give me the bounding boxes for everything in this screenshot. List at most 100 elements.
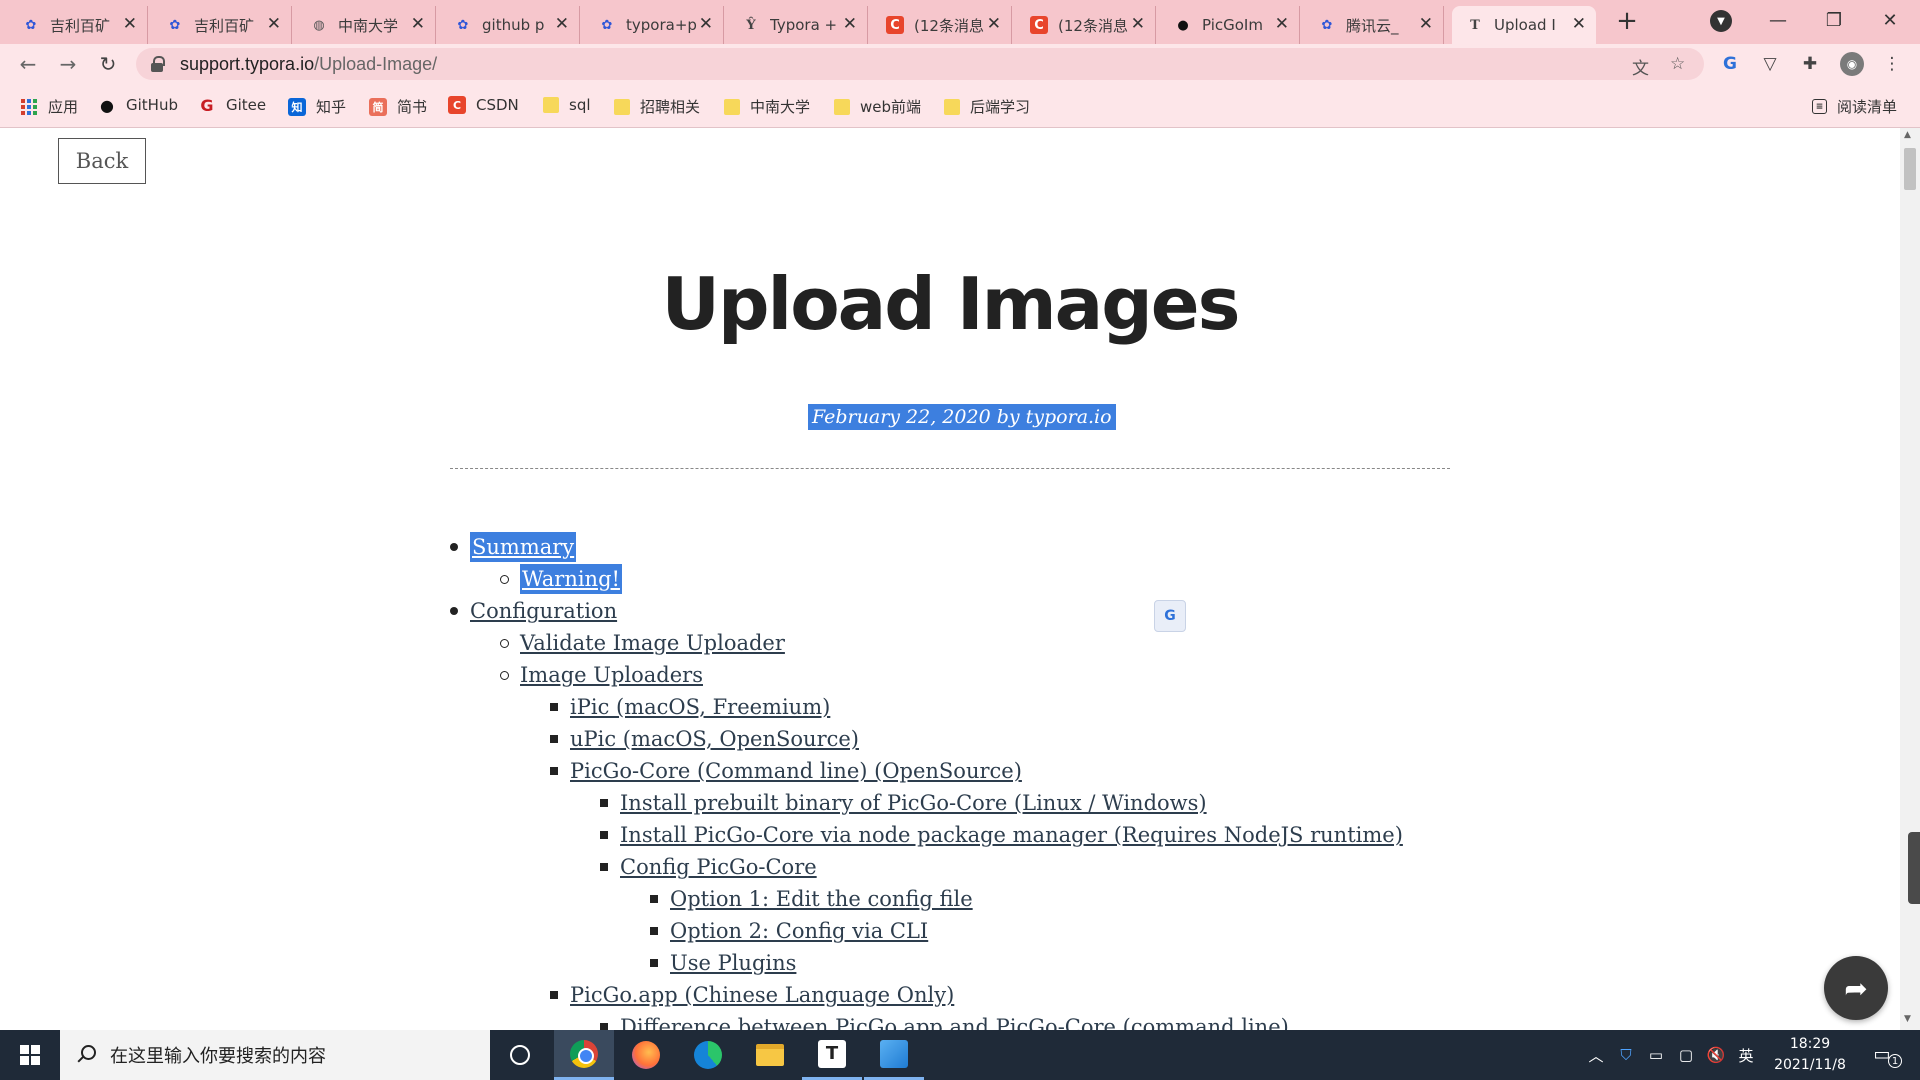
windows-taskbar: 在这里输入你要搜索的内容 T ︿ ⛉ ▭ ▢ 🔇 英 18:29 2021/11…: [0, 1030, 1920, 1080]
speaker-muted-icon[interactable]: 🔇: [1704, 1030, 1728, 1080]
tab-search-icon[interactable]: ▼: [1710, 10, 1732, 32]
browser-tab[interactable]: ✿ github p ✕: [440, 6, 580, 44]
close-icon[interactable]: ✕: [123, 14, 137, 34]
system-clock[interactable]: 18:29 2021/11/8: [1760, 1034, 1860, 1076]
toc-link[interactable]: PicGo.app (Chinese Language Only): [570, 980, 954, 1010]
firefox-icon[interactable]: [616, 1030, 676, 1080]
toc-link[interactable]: Install PicGo-Core via node package mana…: [620, 820, 1403, 850]
bookmark-csdn[interactable]: C CSDN: [448, 96, 519, 114]
bookmark-folder-sql[interactable]: sql: [543, 96, 591, 114]
file-explorer-icon[interactable]: [740, 1030, 800, 1080]
bookmark-folder-recruit[interactable]: 招聘相关: [614, 96, 700, 117]
toc-link[interactable]: Use Plugins: [670, 948, 796, 978]
browser-tab[interactable]: ✿ 吉利百矿 ✕: [152, 6, 292, 44]
back-button[interactable]: Back: [58, 138, 146, 184]
browser-tab[interactable]: C (12条消息 ✕: [1016, 6, 1156, 44]
typora-app-icon[interactable]: T: [802, 1030, 862, 1080]
bookmark-zhihu[interactable]: 知 知乎: [288, 96, 346, 117]
vue-devtools-extension-icon[interactable]: ▽: [1758, 52, 1782, 76]
browser-tab[interactable]: ✿ 腾讯云_ ✕: [1304, 6, 1444, 44]
windows-start-icon[interactable]: [0, 1030, 60, 1080]
reload-icon[interactable]: ↻: [94, 50, 122, 78]
scroll-up-arrow-icon[interactable]: ▲: [1904, 130, 1911, 140]
toc-link[interactable]: iPic (macOS, Freemium): [570, 692, 830, 722]
notepad-app-icon[interactable]: [864, 1030, 924, 1080]
toc-link[interactable]: Config PicGo-Core: [620, 852, 817, 882]
toc-link[interactable]: Difference between PicGo.app and PicGo-C…: [620, 1012, 1289, 1030]
tab-title: 中南大学: [338, 16, 399, 35]
browser-tab[interactable]: ● PicGoIm ✕: [1160, 6, 1300, 44]
chrome-icon[interactable]: [554, 1030, 614, 1080]
close-icon[interactable]: ✕: [411, 14, 425, 34]
close-icon[interactable]: ✕: [1275, 14, 1289, 34]
extensions-puzzle-icon[interactable]: ✚: [1798, 52, 1822, 76]
list-bullet: [650, 927, 658, 935]
close-icon[interactable]: ✕: [987, 14, 1001, 34]
bookmark-apps[interactable]: 应用: [20, 96, 78, 117]
close-icon[interactable]: ✕: [699, 14, 713, 34]
new-tab-plus-icon[interactable]: +: [1612, 6, 1642, 36]
toc-link[interactable]: Option 1: Edit the config file: [670, 884, 973, 914]
url-text[interactable]: support.typora.io/Upload-Image/: [180, 54, 437, 75]
browser-tab[interactable]: ✿ 吉利百矿 ✕: [8, 6, 148, 44]
folder-icon: [724, 98, 740, 115]
close-icon[interactable]: ✕: [1131, 14, 1145, 34]
security-shield-icon[interactable]: ⛉: [1614, 1030, 1638, 1080]
close-icon[interactable]: ✕: [267, 14, 281, 34]
browser-tab[interactable]: ✿ typora+p ✕: [584, 6, 724, 44]
toc-link[interactable]: Configuration: [470, 596, 617, 626]
reading-list[interactable]: ≡ 阅读清单: [1812, 96, 1897, 117]
bookmark-label: 知乎: [316, 98, 347, 116]
ime-indicator[interactable]: 英: [1734, 1030, 1758, 1080]
taskbar-search-box[interactable]: 在这里输入你要搜索的内容: [60, 1030, 490, 1080]
toc-link[interactable]: Image Uploaders: [520, 660, 703, 690]
close-icon[interactable]: ✕: [555, 14, 569, 34]
forward-arrow-icon[interactable]: →: [54, 50, 82, 78]
translate-float-icon[interactable]: G: [1154, 600, 1186, 632]
more-menu-icon[interactable]: ⋮: [1880, 52, 1904, 76]
browser-tab[interactable]: Ŷ Typora + ✕: [728, 6, 868, 44]
toc-link[interactable]: Validate Image Uploader: [520, 628, 785, 658]
browser-tab[interactable]: C (12条消息 ✕: [872, 6, 1012, 44]
google-translate-extension-icon[interactable]: G: [1718, 52, 1742, 76]
network-icon[interactable]: ▢: [1674, 1030, 1698, 1080]
profile-avatar[interactable]: ◉: [1840, 52, 1864, 76]
close-icon[interactable]: ✕: [1419, 14, 1433, 34]
share-arrow-icon[interactable]: ➦: [1824, 956, 1888, 1020]
bookmark-gitee[interactable]: G Gitee: [198, 96, 266, 115]
tray-chevron-up-icon[interactable]: ︿: [1584, 1030, 1608, 1080]
minimize-icon[interactable]: —: [1750, 0, 1806, 40]
translate-page-icon[interactable]: 文: [1632, 54, 1649, 79]
bookmark-star-icon[interactable]: ☆: [1670, 54, 1685, 74]
tab-strip: ✿ 吉利百矿 ✕ ✿ 吉利百矿 ✕ ◍ 中南大学 ✕ ✿ github p ✕ …: [0, 0, 1920, 44]
lock-icon[interactable]: [150, 56, 165, 72]
bookmark-github[interactable]: ● GitHub: [98, 96, 178, 115]
edge-icon[interactable]: [678, 1030, 738, 1080]
toc-link[interactable]: uPic (macOS, OpenSource): [570, 724, 859, 754]
list-bullet: [550, 991, 558, 999]
cortana-icon[interactable]: [490, 1030, 550, 1080]
bookmark-folder-backend[interactable]: 后端学习: [944, 96, 1030, 117]
battery-icon[interactable]: ▭: [1644, 1030, 1668, 1080]
restore-icon[interactable]: ❐: [1806, 0, 1862, 40]
toc-link[interactable]: PicGo-Core (Command line) (OpenSource): [570, 756, 1022, 786]
bookmark-jianshu[interactable]: 简 简书: [369, 96, 427, 117]
bookmark-folder-frontend[interactable]: web前端: [834, 96, 921, 117]
address-bar[interactable]: support.typora.io/Upload-Image/ 文 ☆: [136, 48, 1704, 80]
toc-link[interactable]: Warning!: [520, 564, 622, 594]
close-icon[interactable]: ✕: [843, 14, 857, 34]
browser-tab-active[interactable]: T Upload I ✕: [1452, 6, 1596, 44]
back-arrow-icon[interactable]: ←: [14, 50, 42, 78]
toc-link[interactable]: Install prebuilt binary of PicGo-Core (L…: [620, 788, 1207, 818]
side-panel-handle[interactable]: [1908, 832, 1920, 904]
bookmark-label: sql: [569, 96, 591, 114]
close-icon[interactable]: ✕: [1572, 14, 1586, 34]
browser-tab[interactable]: ◍ 中南大学 ✕: [296, 6, 436, 44]
scroll-down-arrow-icon[interactable]: ▼: [1904, 1014, 1911, 1024]
toc-link[interactable]: Summary: [470, 532, 577, 562]
window-close-icon[interactable]: ✕: [1862, 0, 1918, 40]
bookmark-folder-csu[interactable]: 中南大学: [724, 96, 810, 117]
toc-link[interactable]: Option 2: Config via CLI: [670, 916, 928, 946]
list-bullet: [600, 863, 608, 871]
scroll-thumb[interactable]: [1904, 148, 1916, 190]
